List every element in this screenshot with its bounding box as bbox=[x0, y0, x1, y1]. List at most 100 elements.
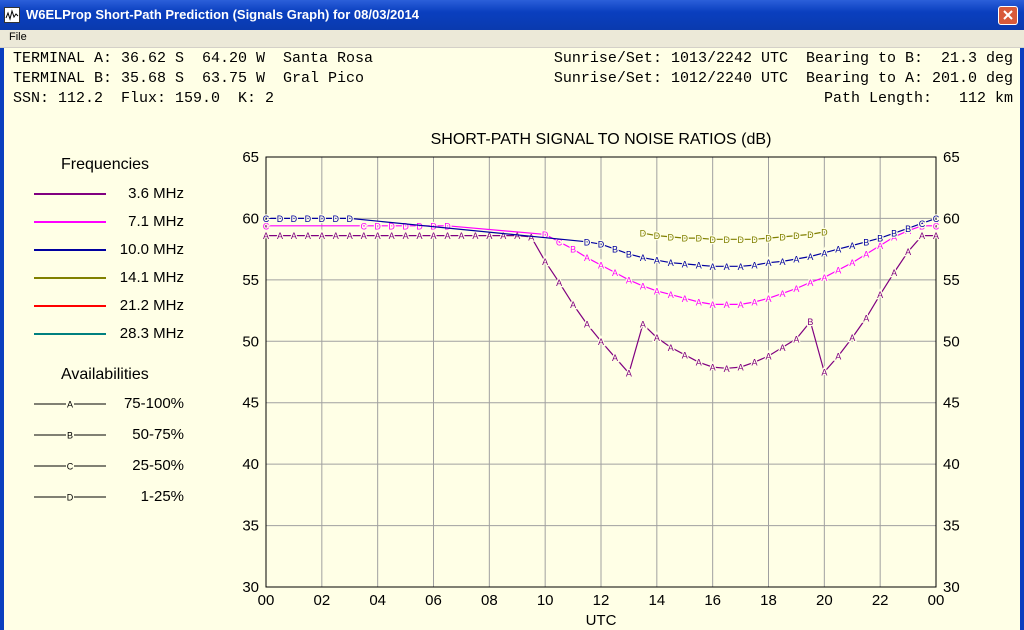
point-marker-10-0-mhz-16: A bbox=[710, 262, 716, 272]
point-marker-7-1-mhz-5: D bbox=[402, 221, 409, 231]
signal-chart: SHORT-PATH SIGNAL TO NOISE RATIOS (dB) 30… bbox=[242, 131, 960, 629]
point-marker-3-6-mhz-23: A bbox=[584, 320, 590, 330]
y-tick-label-left-35: 35 bbox=[242, 518, 259, 535]
point-marker-14-1-mhz-8: D bbox=[751, 235, 758, 245]
point-marker-7-1-mhz-17: A bbox=[654, 286, 660, 296]
x-tick-label-5: 10 bbox=[537, 592, 554, 609]
point-marker-3-6-mhz-31: A bbox=[696, 358, 702, 368]
point-marker-3-6-mhz-14: A bbox=[458, 231, 464, 241]
x-tick-label-11: 22 bbox=[872, 592, 889, 609]
x-tick-label-12: 00 bbox=[928, 592, 945, 609]
point-marker-7-1-mhz-2: C bbox=[360, 221, 367, 231]
point-marker-7-1-mhz-14: A bbox=[612, 268, 618, 278]
point-marker-14-1-mhz-11: D bbox=[793, 231, 800, 241]
point-marker-3-6-mhz-44: A bbox=[877, 290, 883, 300]
point-marker-7-1-mhz-31: A bbox=[849, 258, 855, 268]
point-marker-10-0-mhz-2: D bbox=[291, 214, 298, 224]
y-tick-label-left-50: 50 bbox=[242, 333, 259, 350]
point-marker-10-0-mhz-0: C bbox=[263, 214, 270, 224]
point-marker-10-0-mhz-23: A bbox=[807, 252, 813, 262]
y-tick-label-right-40: 40 bbox=[943, 456, 960, 473]
point-marker-3-6-mhz-43: A bbox=[863, 313, 869, 323]
point-marker-10-0-mhz-32: C bbox=[933, 214, 940, 224]
point-marker-3-6-mhz-38: A bbox=[793, 334, 799, 344]
point-marker-7-1-mhz-12: A bbox=[584, 253, 590, 263]
x-tick-label-6: 12 bbox=[593, 592, 610, 609]
y-tick-label-left-65: 65 bbox=[242, 149, 259, 166]
point-marker-10-0-mhz-21: A bbox=[779, 257, 785, 267]
point-marker-7-1-mhz-21: A bbox=[710, 300, 716, 310]
point-marker-10-0-mhz-19: A bbox=[752, 261, 758, 271]
point-marker-10-0-mhz-10: B bbox=[626, 250, 632, 260]
app-icon[interactable] bbox=[4, 7, 20, 23]
point-marker-3-6-mhz-12: A bbox=[430, 231, 436, 241]
point-marker-14-1-mhz-6: D bbox=[723, 235, 730, 245]
point-marker-3-6-mhz-41: A bbox=[835, 352, 841, 362]
point-marker-7-1-mhz-23: A bbox=[738, 300, 744, 310]
terminal-b-sun-bearing: Sunrise/Set: 1012/2240 UTC Bearing to A:… bbox=[553, 70, 1013, 87]
y-tick-label-right-35: 35 bbox=[943, 518, 960, 535]
menu-bar: File bbox=[0, 30, 1024, 48]
point-marker-3-6-mhz-32: A bbox=[710, 363, 716, 373]
point-marker-3-6-mhz-35: A bbox=[752, 358, 758, 368]
point-marker-3-6-mhz-40: A bbox=[821, 368, 827, 378]
point-marker-3-6-mhz-0: A bbox=[263, 231, 269, 241]
x-tick-label-2: 04 bbox=[369, 592, 386, 609]
x-tick-label-3: 06 bbox=[425, 592, 442, 609]
point-marker-3-6-mhz-45: A bbox=[891, 268, 897, 278]
point-marker-10-0-mhz-5: D bbox=[333, 214, 340, 224]
legend-swatches: A B C D bbox=[34, 193, 106, 503]
point-marker-3-6-mhz-20: A bbox=[542, 257, 548, 267]
y-tick-label-left-55: 55 bbox=[242, 272, 259, 289]
point-marker-10-0-mhz-24: A bbox=[821, 248, 827, 258]
point-marker-10-0-mhz-18: A bbox=[738, 262, 744, 272]
y-tick-label-right-60: 60 bbox=[943, 210, 960, 227]
point-marker-3-6-mhz-5: A bbox=[333, 231, 339, 241]
point-marker-3-6-mhz-21: A bbox=[556, 278, 562, 288]
point-marker-10-0-mhz-29: B bbox=[891, 229, 897, 239]
point-marker-10-0-mhz-4: D bbox=[319, 214, 326, 224]
point-marker-10-0-mhz-3: D bbox=[305, 214, 312, 224]
point-marker-3-6-mhz-6: A bbox=[347, 231, 353, 241]
point-marker-10-0-mhz-20: A bbox=[765, 258, 771, 268]
point-marker-7-1-mhz-19: A bbox=[682, 294, 688, 304]
point-marker-14-1-mhz-12: D bbox=[807, 230, 814, 240]
point-marker-7-1-mhz-27: A bbox=[793, 284, 799, 294]
point-marker-7-1-mhz-6: D bbox=[416, 221, 423, 231]
point-marker-3-6-mhz-22: A bbox=[570, 300, 576, 310]
point-marker-3-6-mhz-26: A bbox=[626, 369, 632, 379]
y-tick-label-left-45: 45 bbox=[242, 395, 259, 412]
point-marker-10-0-mhz-14: A bbox=[682, 259, 688, 269]
x-tick-label-7: 14 bbox=[648, 592, 665, 609]
point-marker-7-1-mhz-16: A bbox=[640, 282, 646, 292]
point-marker-7-1-mhz-3: D bbox=[374, 221, 381, 231]
point-marker-3-6-mhz-9: A bbox=[389, 231, 395, 241]
y-tick-label-right-55: 55 bbox=[943, 272, 960, 289]
point-marker-7-1-mhz-22: A bbox=[724, 300, 730, 310]
point-marker-7-1-mhz-29: A bbox=[821, 273, 827, 283]
point-marker-14-1-mhz-7: D bbox=[737, 235, 744, 245]
point-marker-14-1-mhz-3: D bbox=[682, 234, 689, 244]
y-tick-label-left-60: 60 bbox=[242, 210, 259, 227]
point-marker-7-1-mhz-25: A bbox=[765, 294, 771, 304]
y-tick-label-right-65: 65 bbox=[943, 149, 960, 166]
point-marker-3-6-mhz-13: A bbox=[444, 231, 450, 241]
close-button[interactable] bbox=[998, 6, 1018, 25]
point-marker-10-0-mhz-7: D bbox=[584, 237, 591, 247]
x-tick-label-4: 08 bbox=[481, 592, 498, 609]
point-marker-3-6-mhz-7: A bbox=[361, 231, 367, 241]
point-marker-14-1-mhz-10: D bbox=[779, 232, 786, 242]
point-marker-7-1-mhz-32: A bbox=[863, 250, 869, 260]
point-marker-10-0-mhz-1: D bbox=[277, 214, 284, 224]
point-marker-3-6-mhz-39: B bbox=[807, 317, 813, 327]
point-marker-3-6-mhz-24: A bbox=[598, 337, 604, 347]
window-border-right bbox=[1020, 30, 1024, 630]
point-marker-3-6-mhz-8: A bbox=[375, 231, 381, 241]
menu-file[interactable]: File bbox=[9, 31, 27, 43]
point-marker-7-1-mhz-26: A bbox=[779, 289, 785, 299]
point-marker-3-6-mhz-10: A bbox=[403, 231, 409, 241]
series-14-1-mhz: DDDDDDDDDDDDDD bbox=[638, 226, 829, 246]
point-marker-14-1-mhz-4: D bbox=[695, 234, 702, 244]
point-marker-3-6-mhz-33: A bbox=[724, 364, 730, 374]
path-length: Path Length: 112 km bbox=[823, 90, 1013, 107]
